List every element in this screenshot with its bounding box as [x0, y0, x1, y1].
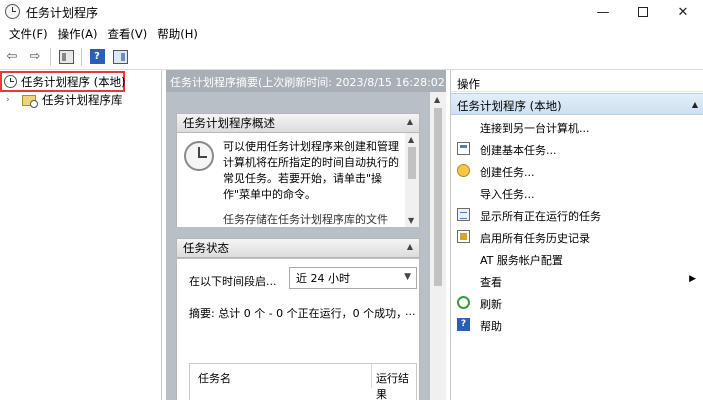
show-hide-console-tree-button[interactable]: [56, 47, 76, 67]
collapse-icon[interactable]: ▲: [407, 242, 413, 251]
overview-title: 任务计划程序概述: [183, 116, 275, 130]
action-label: 显示所有正在运行的任务: [480, 210, 601, 223]
scroll-thumb[interactable]: [434, 108, 442, 286]
action-create-basic-task[interactable]: 创建基本任务...: [451, 138, 703, 160]
status-summary: 摘要: 总计 0 个 - 0 个正在运行，0 个成功，: [189, 307, 408, 320]
title-bar: 任务计划程序 — ✕: [0, 0, 703, 24]
clock-icon: [184, 141, 214, 171]
status-section: 在以下时间段启... 近 24 小时 ▼ 摘要: 总计 0 个 - 0 个正在运…: [176, 259, 420, 400]
action-create-task[interactable]: 创建任务...: [451, 160, 703, 182]
close-button[interactable]: ✕: [660, 0, 703, 24]
column-divider[interactable]: [371, 364, 372, 388]
console-tree-icon: [58, 49, 74, 64]
tree-item-task-scheduler-local[interactable]: 任务计划程序 (本地): [0, 71, 126, 92]
task-status-table: 任务名 运行结果: [189, 363, 417, 400]
action-view[interactable]: 查看 ▶: [451, 270, 703, 292]
period-label: 在以下时间段启...: [189, 275, 277, 288]
collapse-icon[interactable]: ▲: [407, 117, 413, 126]
calendar-icon: [457, 142, 470, 155]
toolbar-divider: [81, 47, 82, 66]
actions-section-header[interactable]: 任务计划程序 (本地) ▲: [451, 93, 703, 115]
action-label: 查看: [480, 276, 502, 289]
status-summary-more: ...: [405, 305, 416, 318]
action-import-task[interactable]: 导入任务...: [451, 182, 703, 204]
task-scheduler-app-icon: [5, 4, 20, 19]
status-title: 任务状态: [183, 241, 229, 255]
menu-action[interactable]: 操作(A): [53, 26, 103, 42]
action-label: 连接到另一台计算机...: [480, 122, 590, 135]
overview-text-continued: 任务存储在任务计划程序库的文件: [223, 213, 388, 226]
action-at-service-config[interactable]: AT 服务帐户配置: [451, 248, 703, 270]
summary-scrollbar[interactable]: ▲: [430, 92, 446, 400]
action-pane-icon: [112, 49, 128, 64]
collapse-icon[interactable]: ▲: [692, 100, 698, 109]
tree-item-task-scheduler-library[interactable]: › 任务计划程序库: [6, 92, 123, 108]
status-section-header[interactable]: 任务状态 ▲: [176, 238, 420, 258]
summary-header: 任务计划程序摘要(上次刷新时间: 2023/8/15 16:28:02): [166, 70, 446, 92]
column-header-task-name[interactable]: 任务名: [198, 370, 231, 386]
running-list-icon: [457, 208, 470, 221]
overview-text: 可以使用任务计划程序来创建和管理计算机将在所指定的时间自动执行的常见任务。若要开…: [223, 140, 399, 201]
overview-section: 可以使用任务计划程序来创建和管理计算机将在所指定的时间自动执行的常见任务。若要开…: [176, 133, 420, 227]
maximize-icon: [638, 7, 648, 17]
tree-item-label: 任务计划程序库: [42, 93, 123, 107]
forward-arrow-icon[interactable]: ⇨: [25, 47, 45, 67]
window-title: 任务计划程序: [26, 6, 99, 20]
task-icon: [457, 164, 470, 177]
action-label: 帮助: [480, 320, 502, 333]
summary-pane: 任务计划程序摘要(上次刷新时间: 2023/8/15 16:28:02) 任务计…: [166, 70, 446, 400]
refresh-icon: [457, 296, 470, 309]
action-label: 导入任务...: [480, 188, 535, 201]
actions-section-title: 任务计划程序 (本地): [457, 99, 562, 113]
period-value: 近 24 小时: [296, 272, 350, 285]
column-header-run-result[interactable]: 运行结果: [376, 370, 416, 400]
help-icon: ?: [89, 49, 105, 64]
show-hide-action-pane-button[interactable]: [110, 47, 130, 67]
help-icon: ?: [457, 318, 470, 331]
action-show-running-tasks[interactable]: 显示所有正在运行的任务: [451, 204, 703, 226]
menu-help[interactable]: 帮助(H): [152, 26, 203, 42]
folder-clock-icon: [22, 94, 38, 108]
action-label: 启用所有任务历史记录: [480, 232, 590, 245]
toolbar-divider: [50, 47, 51, 66]
chevron-down-icon: ▼: [404, 272, 411, 282]
submenu-arrow-icon: ▶: [689, 274, 696, 284]
console-tree: 任务计划程序 (本地) › 任务计划程序库: [0, 70, 162, 400]
action-label: 刷新: [480, 298, 502, 311]
help-button[interactable]: ?: [87, 47, 107, 67]
scroll-up-icon[interactable]: ▲: [408, 135, 414, 144]
action-enable-history[interactable]: 启用所有任务历史记录: [451, 226, 703, 248]
overview-section-header[interactable]: 任务计划程序概述 ▲: [176, 113, 420, 133]
scroll-thumb[interactable]: [408, 147, 416, 179]
action-label: AT 服务帐户配置: [480, 254, 563, 267]
menu-view[interactable]: 查看(V): [102, 26, 152, 42]
action-connect-computer[interactable]: 连接到另一台计算机...: [451, 116, 703, 138]
scroll-up-icon[interactable]: ▲: [434, 95, 440, 104]
overview-scrollbar[interactable]: ▲ ▼: [405, 133, 419, 227]
action-help[interactable]: ? 帮助: [451, 314, 703, 336]
chevron-right-icon[interactable]: ›: [6, 95, 16, 105]
history-icon: [457, 230, 470, 243]
back-arrow-icon[interactable]: ⇦: [2, 47, 22, 67]
actions-pane: 操作 任务计划程序 (本地) ▲ 连接到另一台计算机... 创建基本任务... …: [450, 70, 703, 400]
actions-header: 操作: [451, 72, 703, 92]
clock-icon: [4, 75, 17, 88]
menu-file[interactable]: 文件(F): [4, 26, 53, 42]
tree-item-label: 任务计划程序 (本地): [21, 74, 126, 89]
action-label: 创建基本任务...: [480, 144, 557, 157]
action-refresh[interactable]: 刷新: [451, 292, 703, 314]
action-label: 创建任务...: [480, 166, 535, 179]
scroll-down-icon[interactable]: ▼: [408, 216, 414, 225]
toolbar: ⇦ ⇨ ?: [0, 44, 703, 70]
period-select[interactable]: 近 24 小时 ▼: [289, 267, 417, 289]
menu-bar: 文件(F) 操作(A) 查看(V) 帮助(H): [0, 24, 703, 44]
